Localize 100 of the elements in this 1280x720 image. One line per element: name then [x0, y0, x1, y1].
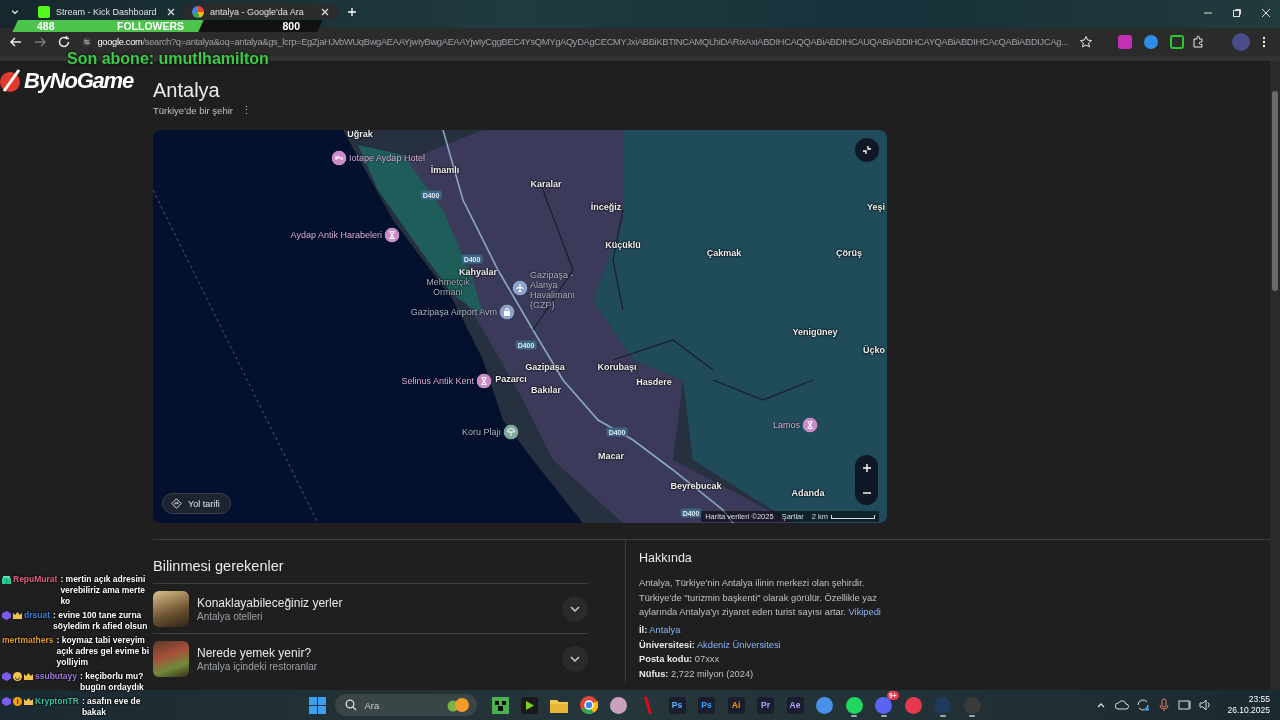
- follower-goal: 800: [282, 20, 300, 32]
- restore-icon: [1231, 8, 1242, 18]
- place-label: Yeşi: [867, 202, 885, 212]
- follower-count: 488: [37, 20, 56, 32]
- logo-mark-icon: [0, 69, 22, 93]
- hourglass-pin-icon[interactable]: [476, 373, 492, 389]
- close-icon[interactable]: [320, 6, 330, 17]
- place-label: Pazarcı: [495, 374, 527, 384]
- fact-text: Nüfus: 2,722 milyon (2024): [639, 668, 755, 682]
- scale-bar: [831, 514, 875, 519]
- source-link[interactable]: Vikipedi: [848, 607, 881, 618]
- bag-pin-icon[interactable]: [499, 304, 515, 320]
- chat-username: ssubutayy: [35, 671, 78, 682]
- place-label[interactable]: Selinus Antik Kent: [401, 376, 474, 386]
- back-icon: [9, 35, 23, 49]
- bookmark-star-icon: [1079, 35, 1093, 49]
- puzzle-icon: [1191, 35, 1205, 49]
- place-label: Çörüş: [836, 248, 862, 258]
- site-favicon-icon: [38, 5, 50, 18]
- description-text: Antalya, Türkiye'nin Antalya ilinin merkezi olan şehirdir. Türkiye'de "turizmin başkenti" olarak görülür. Özellikle yaz aylarında Antalya'yı ziyaret eden turist sayısı artar. Vikipedi: [639, 577, 882, 620]
- fact-text: Posta kodu: 07xxx: [639, 653, 721, 667]
- hourglass-pin-icon[interactable]: [802, 417, 818, 433]
- crown-badge-icon: [24, 697, 33, 706]
- taskbar-search-field[interactable]: Ara: [334, 694, 477, 716]
- extension-icon[interactable]: [1144, 35, 1158, 49]
- plus-icon: [861, 462, 872, 473]
- fact-link[interactable]: Akdeniz Üniversitesi: [696, 639, 781, 650]
- smiley-badge-icon: [13, 672, 22, 681]
- directions-button[interactable]: Yol tarifi: [162, 493, 231, 514]
- photo-placeholder: [153, 590, 189, 627]
- section-heading: Hakkında: [639, 550, 693, 566]
- taskbar-clock[interactable]: 23:55 26.10.2025: [1227, 694, 1270, 716]
- chat-message: : asafın eve de bakak: [81, 696, 142, 718]
- expand-button[interactable]: [562, 645, 588, 672]
- section-heading: Bilinmesi gerekenler: [153, 557, 285, 576]
- place-label: Hasdere: [636, 377, 672, 387]
- reload-icon: [57, 35, 71, 49]
- place-label: Karalar: [530, 179, 562, 189]
- crown-badge-icon: [24, 672, 33, 681]
- place-label: İmamlı: [430, 165, 460, 175]
- place-label: Çakmak: [706, 248, 742, 258]
- expand-button[interactable]: [562, 595, 588, 622]
- gem-badge-icon: [2, 672, 11, 681]
- place-label: Adanda: [791, 488, 825, 498]
- item-title[interactable]: Konaklayabileceğiniz yerler: [197, 595, 343, 610]
- place-label: Korubaşı: [597, 362, 637, 372]
- caret-down-icon: [10, 7, 20, 17]
- chat-username: RepuMurat: [13, 574, 58, 585]
- followers-label: FOLLOWERS: [117, 20, 185, 32]
- directions-icon: [171, 498, 182, 509]
- collapse-icon: [862, 145, 872, 155]
- more-options-button[interactable]: ⋮: [240, 103, 252, 117]
- logo-text: ByNoGame: [24, 68, 133, 94]
- search-icon: [344, 699, 357, 711]
- place-label[interactable]: Aydap Antik Harabeleri: [290, 230, 382, 240]
- photo-placeholder: [153, 640, 189, 677]
- browser-tab[interactable]: antalya - Google'da Ara: [184, 4, 338, 19]
- place-label[interactable]: Gazipaşa - Alanya Havalimanı (GZP): [530, 270, 590, 310]
- grid-icon: [308, 696, 326, 714]
- umbrella-pin-icon[interactable]: [503, 424, 519, 440]
- gift-badge-icon: [2, 575, 11, 584]
- bed-pin-icon[interactable]: [331, 150, 347, 166]
- item-subtitle: Antalya otelleri: [197, 610, 263, 622]
- coin-badge-icon: [13, 697, 22, 706]
- browser-tab[interactable]: Stream - Kick Dashboard: [30, 4, 184, 19]
- chat-message: : koymaz tabi vereyim açık adres gel evime bi yolliyim: [56, 635, 151, 668]
- site-info-icon[interactable]: [82, 34, 92, 50]
- close-icon: [1260, 8, 1271, 18]
- chat-message: : evine 100 tane zurna söyledim rk afied olsun: [53, 610, 149, 632]
- chat-message: : mertin açık adresini verebiliriz ama merte ko: [60, 574, 147, 607]
- plus-icon: [347, 7, 357, 17]
- item-subtitle: Antalya içindeki restoranlar: [197, 660, 318, 672]
- network-icon[interactable]: [1177, 697, 1194, 713]
- place-label[interactable]: Gazipaşa Airport Avm: [410, 307, 497, 317]
- chat-message: : keçiborlu mu? bugün ordaydık: [80, 671, 145, 693]
- extension-icon[interactable]: [1170, 35, 1184, 49]
- hourglass-pin-icon[interactable]: [384, 227, 400, 243]
- place-label: İnceğiz: [590, 202, 622, 212]
- sync-icon[interactable]: [1135, 697, 1152, 713]
- place-label[interactable]: Koru Plajı: [461, 427, 501, 437]
- last-subscriber-text: Son abone: umutlhamilton: [67, 51, 269, 67]
- gem-badge-icon: [2, 697, 11, 706]
- plane-pin-icon[interactable]: [512, 280, 528, 296]
- place-label: Bakılar: [531, 385, 561, 395]
- place-label[interactable]: Iotape Aydap Hotel: [349, 153, 425, 163]
- item-title[interactable]: Nerede yemek yenir?: [197, 645, 312, 660]
- site-favicon-icon: [192, 5, 204, 18]
- chat-username: drsuat: [24, 610, 50, 621]
- close-icon[interactable]: [166, 6, 176, 17]
- chat-username: mertmathers: [2, 635, 54, 646]
- place-label[interactable]: Lamos: [773, 420, 800, 430]
- forward-icon: [33, 35, 47, 49]
- cloud-icon[interactable]: [1114, 697, 1131, 713]
- place-label: Macar: [598, 451, 624, 461]
- scrollbar[interactable]: [1270, 61, 1280, 690]
- result-subtitle: Türkiye'de bir şehir: [153, 104, 233, 116]
- result-title: Antalya: [153, 78, 221, 102]
- place-label: Uğrak: [347, 130, 373, 139]
- crown-badge-icon: [13, 611, 22, 620]
- fact-link[interactable]: Antalya: [649, 624, 681, 635]
